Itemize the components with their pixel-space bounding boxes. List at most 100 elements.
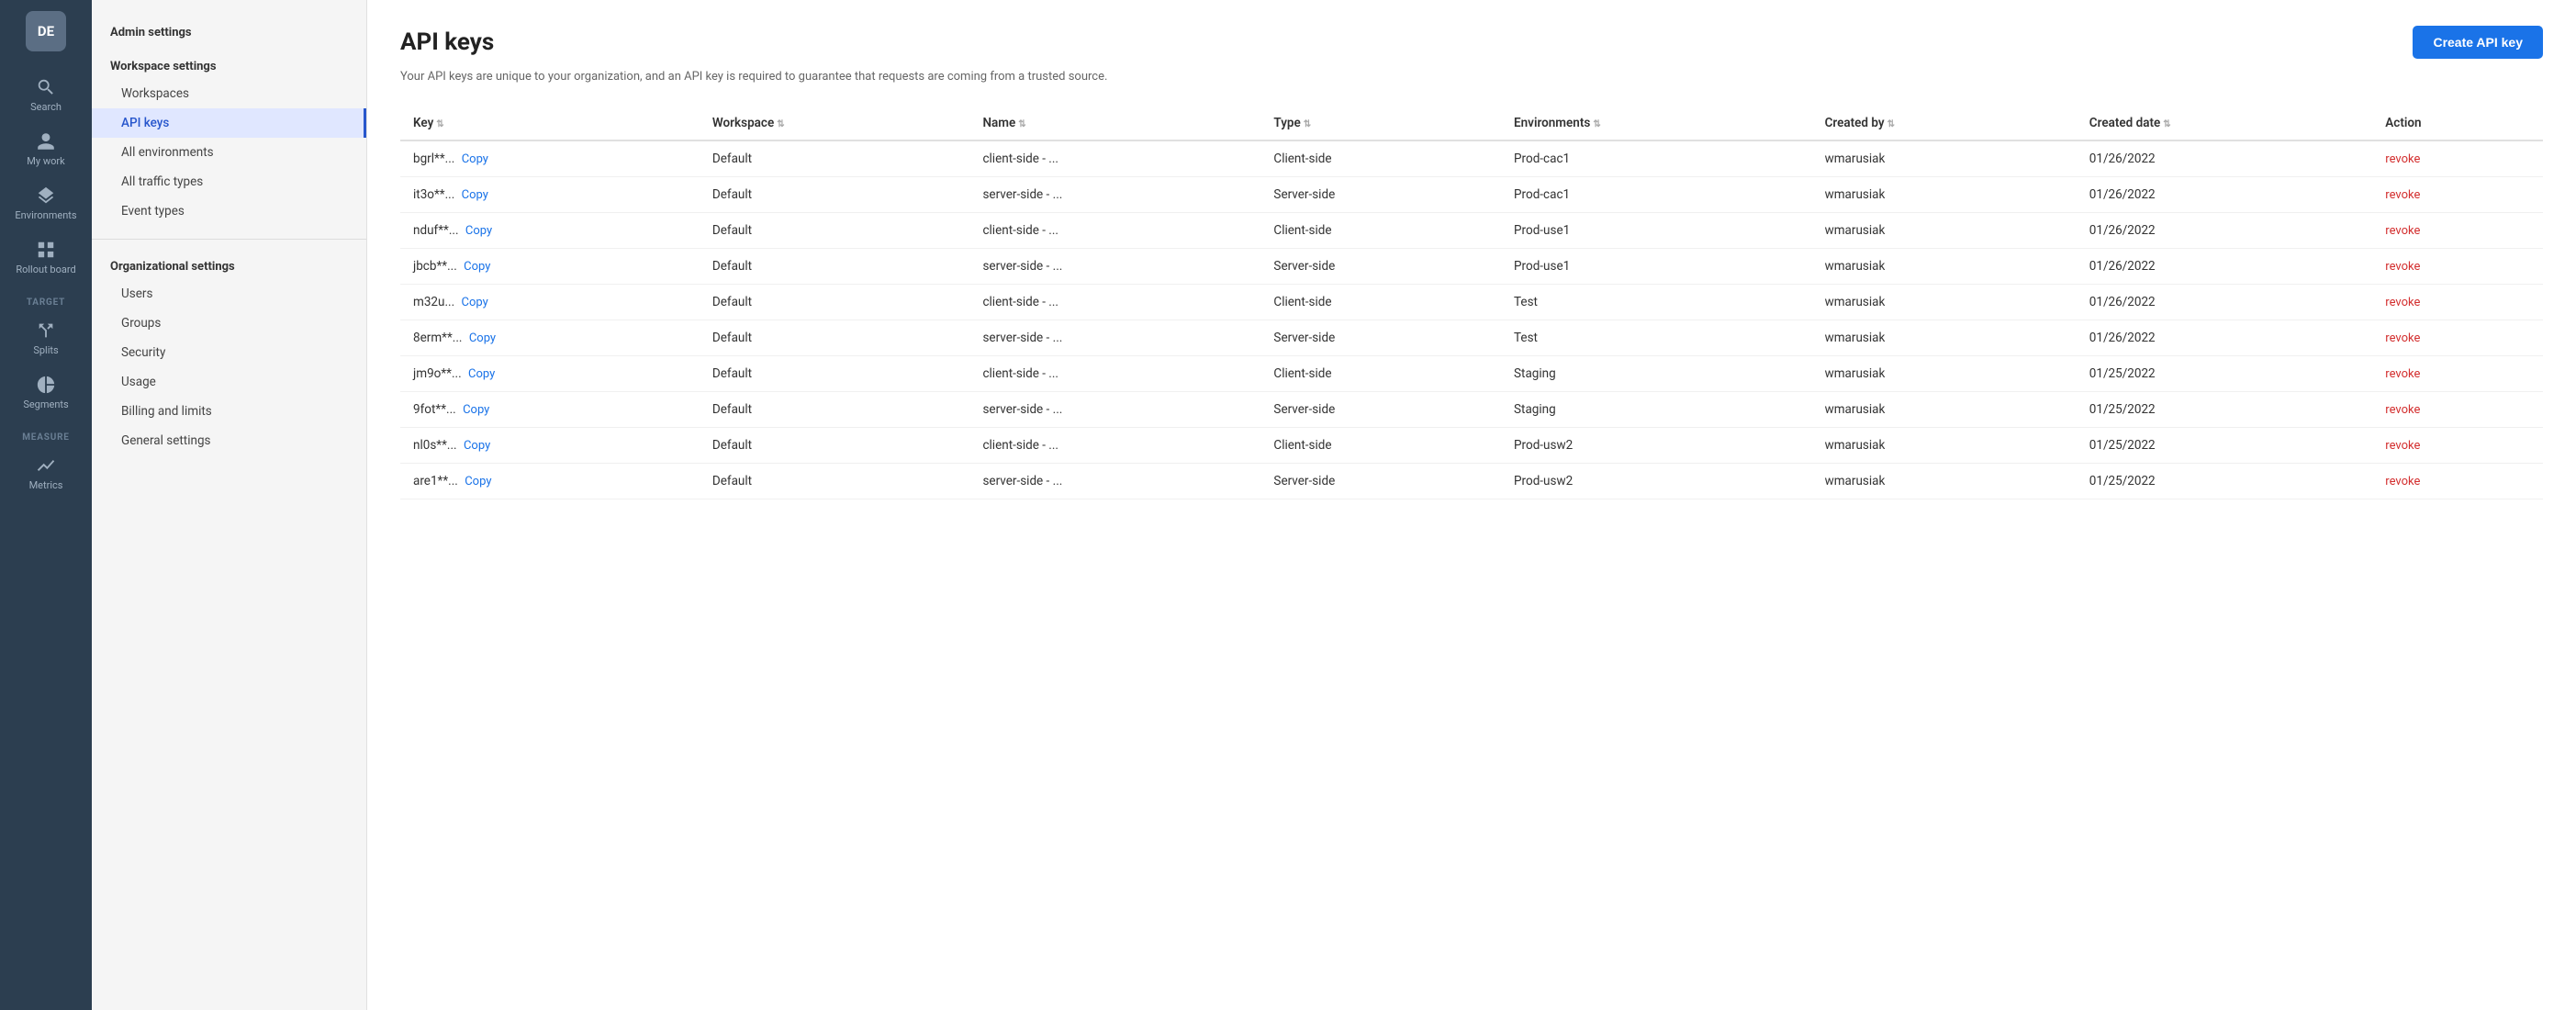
cell-action: revoke (2372, 176, 2543, 212)
cell-workspace: Default (700, 320, 970, 355)
cell-created-date: 01/26/2022 (2077, 140, 2373, 177)
cell-name: client-side - ... (969, 212, 1260, 248)
cell-workspace: Default (700, 140, 970, 177)
cell-environments: Test (1501, 320, 1812, 355)
copy-key-link[interactable]: Copy (462, 296, 488, 309)
sidebar-item-event-types[interactable]: Event types (92, 196, 366, 226)
cell-key: nl0s**... Copy (400, 427, 700, 463)
cell-action: revoke (2372, 284, 2543, 320)
table-row: 9fot**... Copy Default server-side - ...… (400, 391, 2543, 427)
cell-environments: Prod-cac1 (1501, 176, 1812, 212)
table-row: it3o**... Copy Default server-side - ...… (400, 176, 2543, 212)
cell-name: server-side - ... (969, 320, 1260, 355)
cell-workspace: Default (700, 391, 970, 427)
cell-created-date: 01/25/2022 (2077, 427, 2373, 463)
nav-splits-label: Splits (33, 344, 58, 356)
sidebar-item-all-environments[interactable]: All environments (92, 138, 366, 167)
col-key: Key⇅ (400, 107, 700, 140)
nav-metrics[interactable]: Metrics (0, 446, 92, 500)
copy-key-link[interactable]: Copy (465, 475, 491, 488)
revoke-link[interactable]: revoke (2385, 296, 2420, 309)
revoke-link[interactable]: revoke (2385, 403, 2420, 417)
sidebar-item-users[interactable]: Users (92, 279, 366, 309)
cell-action: revoke (2372, 320, 2543, 355)
revoke-link[interactable]: revoke (2385, 439, 2420, 453)
nav-environments-label: Environments (15, 209, 76, 221)
cell-environments: Prod-cac1 (1501, 140, 1812, 177)
cell-type: Client-side (1260, 284, 1501, 320)
measure-section-label: MEASURE (0, 420, 92, 446)
copy-key-link[interactable]: Copy (465, 224, 492, 238)
nav-segments[interactable]: Segments (0, 365, 92, 420)
revoke-link[interactable]: revoke (2385, 152, 2420, 166)
cell-name: client-side - ... (969, 355, 1260, 391)
sidebar: Admin settings Workspace settings Worksp… (92, 0, 367, 1010)
cell-name: client-side - ... (969, 284, 1260, 320)
cell-created-date: 01/25/2022 (2077, 355, 2373, 391)
nav-rollout-board-label: Rollout board (16, 264, 75, 275)
cell-workspace: Default (700, 427, 970, 463)
sidebar-item-billing[interactable]: Billing and limits (92, 397, 366, 426)
icon-nav: DE Search My work Environments Rollout b… (0, 0, 92, 1010)
copy-key-link[interactable]: Copy (469, 331, 496, 345)
col-created-date: Created date⇅ (2077, 107, 2373, 140)
cell-workspace: Default (700, 176, 970, 212)
revoke-link[interactable]: revoke (2385, 367, 2420, 381)
sidebar-item-general-settings[interactable]: General settings (92, 426, 366, 455)
nav-search[interactable]: Search (0, 68, 92, 122)
col-name: Name⇅ (969, 107, 1260, 140)
layers-icon (36, 185, 56, 206)
revoke-link[interactable]: revoke (2385, 475, 2420, 488)
sidebar-item-groups[interactable]: Groups (92, 309, 366, 338)
copy-key-link[interactable]: Copy (463, 403, 489, 417)
nav-my-work[interactable]: My work (0, 122, 92, 176)
description: Your API keys are unique to your organiz… (400, 68, 2543, 86)
col-workspace: Workspace⇅ (700, 107, 970, 140)
cell-key: m32u... Copy (400, 284, 700, 320)
cell-key: jbcb**... Copy (400, 248, 700, 284)
sidebar-item-security[interactable]: Security (92, 338, 366, 367)
cell-action: revoke (2372, 355, 2543, 391)
revoke-link[interactable]: revoke (2385, 331, 2420, 345)
revoke-link[interactable]: revoke (2385, 188, 2420, 202)
table-row: are1**... Copy Default server-side - ...… (400, 463, 2543, 499)
cell-workspace: Default (700, 463, 970, 499)
cell-action: revoke (2372, 463, 2543, 499)
cell-name: server-side - ... (969, 463, 1260, 499)
cell-workspace: Default (700, 248, 970, 284)
cell-workspace: Default (700, 284, 970, 320)
cell-created-date: 01/26/2022 (2077, 320, 2373, 355)
cell-key: 9fot**... Copy (400, 391, 700, 427)
cell-workspace: Default (700, 212, 970, 248)
nav-environments[interactable]: Environments (0, 176, 92, 230)
nav-rollout-board[interactable]: Rollout board (0, 230, 92, 285)
create-api-key-button[interactable]: Create API key (2413, 26, 2543, 59)
sidebar-item-workspaces[interactable]: Workspaces (92, 79, 366, 108)
revoke-link[interactable]: revoke (2385, 224, 2420, 238)
nav-splits[interactable]: Splits (0, 311, 92, 365)
revoke-link[interactable]: revoke (2385, 260, 2420, 274)
col-action: Action (2372, 107, 2543, 140)
sidebar-item-all-traffic-types[interactable]: All traffic types (92, 167, 366, 196)
sidebar-item-api-keys[interactable]: API keys (92, 108, 366, 138)
pie-icon (36, 375, 56, 395)
sidebar-item-usage[interactable]: Usage (92, 367, 366, 397)
cell-name: server-side - ... (969, 248, 1260, 284)
table-row: nduf**... Copy Default client-side - ...… (400, 212, 2543, 248)
cell-name: client-side - ... (969, 140, 1260, 177)
copy-key-link[interactable]: Copy (462, 152, 488, 166)
col-environments: Environments⇅ (1501, 107, 1812, 140)
copy-key-link[interactable]: Copy (468, 367, 495, 381)
cell-environments: Prod-use1 (1501, 212, 1812, 248)
copy-key-link[interactable]: Copy (464, 439, 490, 453)
cell-created-date: 01/25/2022 (2077, 391, 2373, 427)
copy-key-link[interactable]: Copy (464, 260, 490, 274)
nav-search-label: Search (30, 101, 62, 113)
person-icon (36, 131, 56, 152)
copy-key-link[interactable]: Copy (462, 188, 488, 202)
cell-created-by: wmarusiak (1812, 212, 2077, 248)
nav-metrics-label: Metrics (29, 479, 63, 491)
cell-type: Server-side (1260, 391, 1501, 427)
cell-environments: Test (1501, 284, 1812, 320)
grid-icon (36, 240, 56, 260)
